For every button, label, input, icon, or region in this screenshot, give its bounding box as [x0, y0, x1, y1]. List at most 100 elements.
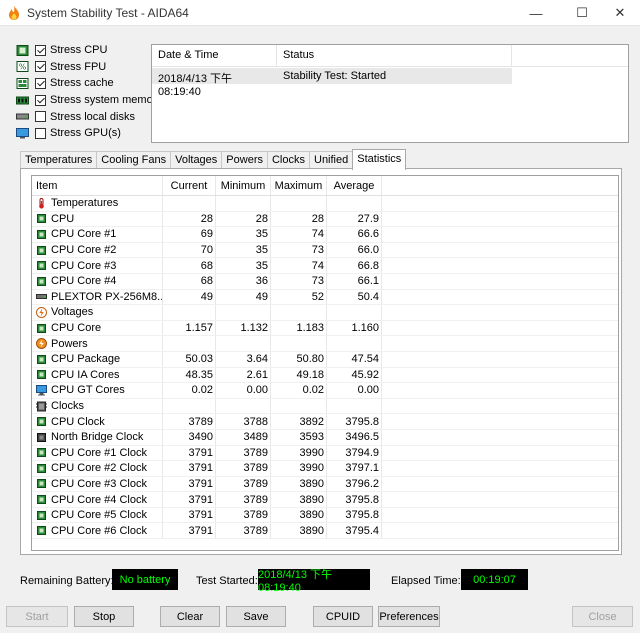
clear-button[interactable]: Clear — [160, 606, 220, 627]
table-row[interactable]: CPU Clock 3789 3788 3892 3795.8 — [32, 414, 618, 430]
table-row[interactable]: North Bridge Clock 3490 3489 3593 3496.5 — [32, 429, 618, 446]
cpu-chip-icon — [36, 494, 47, 505]
cell-minimum: 2.61 — [216, 367, 271, 383]
table-row[interactable]: CPU Core #1 Clock 3791 3789 3990 3794.9 — [32, 445, 618, 462]
chipset-icon — [36, 432, 47, 443]
cell-average: 66.1 — [327, 273, 382, 289]
cell-maximum: 3890 — [271, 507, 327, 523]
save-button[interactable]: Save — [226, 606, 286, 627]
stress-checkbox[interactable] — [35, 44, 46, 56]
col-minimum[interactable]: Minimum — [216, 176, 271, 195]
col-item[interactable]: Item — [32, 176, 163, 195]
clock-icon — [36, 401, 47, 412]
item-label: CPU Core #1 Clock — [51, 446, 147, 459]
cell-item: Temperatures — [32, 196, 163, 211]
tab-powers[interactable]: Powers — [221, 151, 268, 169]
item-label: CPU Core #6 Clock — [51, 524, 147, 537]
cell-average: 66.0 — [327, 242, 382, 258]
cpu-icon — [16, 44, 29, 56]
table-row[interactable]: CPU Core #6 Clock 3791 3789 3890 3795.4 — [32, 523, 618, 540]
cell-current: 1.157 — [163, 320, 216, 336]
table-row[interactable]: CPU Core 1.157 1.132 1.183 1.160 — [32, 320, 618, 337]
start-button[interactable]: Start — [6, 606, 68, 627]
table-row[interactable]: PLEXTOR PX-256M8... 49 49 52 50.4 — [32, 289, 618, 306]
cell-minimum: 28 — [216, 211, 271, 227]
cell-filler — [382, 352, 618, 367]
cell-current: 3791 — [163, 445, 216, 461]
table-row[interactable]: CPU GT Cores 0.02 0.00 0.02 0.00 — [32, 383, 618, 399]
cell-item: Powers — [32, 336, 163, 351]
stress-option-1[interactable]: % Stress FPU — [16, 59, 151, 76]
close-button[interactable]: Close — [572, 606, 633, 627]
table-row[interactable]: CPU Core #3 68 35 74 66.8 — [32, 258, 618, 274]
log-row-datetime: 2018/4/13 下午 08:19:40 — [158, 73, 232, 98]
category-row[interactable]: Powers — [32, 336, 618, 352]
statistics-grid[interactable]: Item Current Minimum Maximum Average Tem… — [31, 175, 619, 551]
log-col-datetime[interactable]: Date & Time — [152, 45, 277, 66]
stress-option-0[interactable]: Stress CPU — [16, 42, 151, 59]
tab-unified[interactable]: Unified — [309, 151, 354, 169]
cell-item: PLEXTOR PX-256M8... — [32, 289, 163, 305]
cell-average: 3795.4 — [327, 523, 382, 539]
preferences-button[interactable]: Preferences — [378, 606, 440, 627]
log-row[interactable]: 2018/4/13 下午 08:19:40 Stability Test: St… — [152, 68, 512, 98]
table-row[interactable]: CPU Core #5 Clock 3791 3789 3890 3795.8 — [32, 507, 618, 524]
test-started-value: 2018/4/13 下午 08:19:40 — [258, 569, 370, 594]
stress-option-4[interactable]: Stress local disks — [16, 108, 151, 125]
tab-statistics[interactable]: Statistics — [352, 149, 407, 170]
table-row[interactable]: CPU 28 28 28 27.9 — [32, 211, 618, 228]
cpu-chip-icon — [36, 447, 47, 458]
maximize-button[interactable]: ☐ — [562, 0, 602, 26]
stop-button[interactable]: Stop — [74, 606, 134, 627]
table-row[interactable]: CPU Core #3 Clock 3791 3789 3890 3796.2 — [32, 476, 618, 493]
category-row[interactable]: Temperatures — [32, 196, 618, 212]
stress-options: Stress CPU% Stress FPU Stress cache Stress … — [16, 42, 162, 142]
cpu-chip-icon — [36, 213, 47, 224]
log-col-status[interactable]: Status — [277, 45, 512, 66]
tab-clocks[interactable]: Clocks — [266, 151, 310, 169]
tab-cooling-fans[interactable]: Cooling Fans — [96, 151, 172, 169]
cell-current — [163, 305, 216, 320]
item-label: CPU Package — [51, 353, 121, 366]
col-maximum[interactable]: Maximum — [271, 176, 327, 195]
table-row[interactable]: CPU Core #1 69 35 74 66.6 — [32, 227, 618, 243]
stress-option-5[interactable]: Stress GPU(s) — [16, 125, 151, 142]
cell-maximum: 73 — [271, 273, 327, 289]
category-row[interactable]: Voltages — [32, 305, 618, 321]
minimize-button[interactable]: — — [516, 0, 556, 26]
table-row[interactable]: CPU Core #2 Clock 3791 3789 3990 3797.1 — [32, 461, 618, 477]
cpu-chip-icon — [36, 260, 47, 271]
category-row[interactable]: Clocks — [32, 398, 618, 415]
item-label: Temperatures — [51, 197, 119, 210]
cell-minimum: 3789 — [216, 492, 271, 507]
tab-temperatures[interactable]: Temperatures — [20, 151, 98, 169]
cell-current: 68 — [163, 258, 216, 273]
cell-filler — [382, 368, 618, 383]
test-log-table[interactable]: Date & Time Status 2018/4/13 下午 08:19:40… — [151, 44, 629, 143]
cell-current — [163, 398, 216, 414]
col-average[interactable]: Average — [327, 176, 382, 195]
stress-option-3[interactable]: Stress system memory — [16, 92, 162, 109]
cell-filler — [382, 383, 618, 398]
cell-filler — [382, 274, 618, 289]
table-row[interactable]: CPU Core #4 Clock 3791 3789 3890 3795.8 — [32, 492, 618, 508]
stress-checkbox[interactable] — [35, 111, 46, 123]
close-window-button[interactable]: ✕ — [600, 0, 640, 26]
stress-checkbox[interactable] — [35, 94, 46, 106]
button-bar: Start Stop Clear Save CPUID Preferences … — [0, 606, 640, 628]
table-row[interactable]: CPU IA Cores 48.35 2.61 49.18 45.92 — [32, 367, 618, 384]
cell-average: 3795.8 — [327, 492, 382, 507]
title-bar: System Stability Test - AIDA64 — ☐ ✕ — [0, 0, 640, 26]
cpuid-button[interactable]: CPUID — [313, 606, 373, 627]
table-row[interactable]: CPU Core #4 68 36 73 66.1 — [32, 273, 618, 290]
table-row[interactable]: CPU Core #2 70 35 73 66.0 — [32, 242, 618, 259]
cpu-chip-icon — [36, 323, 47, 334]
stress-checkbox[interactable] — [35, 77, 46, 89]
tab-voltages[interactable]: Voltages — [170, 151, 223, 169]
stress-checkbox[interactable] — [35, 127, 46, 139]
cell-average — [327, 305, 382, 320]
col-current[interactable]: Current — [163, 176, 216, 195]
table-row[interactable]: CPU Package 50.03 3.64 50.80 47.54 — [32, 351, 618, 368]
stress-option-2[interactable]: Stress cache — [16, 75, 151, 92]
stress-checkbox[interactable] — [35, 61, 46, 73]
